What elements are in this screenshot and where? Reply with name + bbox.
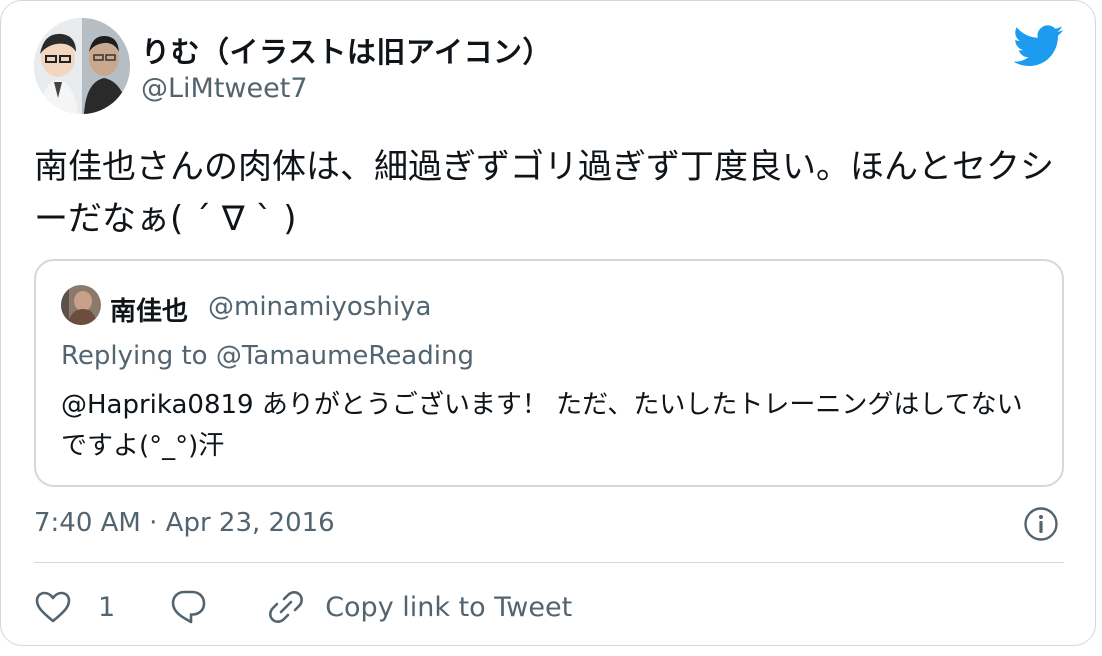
quoted-author-name[interactable]: 南佳也	[110, 291, 188, 328]
copy-link-button[interactable]: Copy link to Tweet	[267, 588, 572, 626]
tweet-timestamp[interactable]: 7:40 AM · Apr 23, 2016	[34, 508, 335, 538]
quoted-avatar[interactable]	[61, 285, 101, 325]
speech-bubble-icon	[169, 589, 207, 625]
divider	[34, 562, 1064, 563]
tweet-card[interactable]: りむ（イラストは旧アイコン） @LiMtweet7 南佳也さんの肉体は、細過ぎず…	[0, 0, 1096, 646]
quoted-tweet-text: @Haprika0819 ありがとうございます！ ただ、たいしたトレーニングはし…	[61, 390, 1023, 461]
author-avatar[interactable]	[34, 18, 130, 114]
action-bar: 1 Copy link to Tweet	[34, 585, 572, 629]
tweet-text: 南佳也さんの肉体は、細過ぎずゴリ過ぎず丁度良い。ほんとセクシーだなぁ( ´ ∇ …	[34, 147, 1054, 239]
twitter-bird-icon[interactable]	[1013, 25, 1064, 67]
reply-button[interactable]	[169, 589, 207, 625]
like-button[interactable]: 1	[34, 590, 115, 624]
heart-icon	[34, 590, 72, 624]
info-icon[interactable]	[1023, 506, 1059, 542]
author-handle[interactable]: @LiMtweet7	[141, 73, 308, 104]
like-count: 1	[98, 591, 116, 623]
copy-link-label: Copy link to Tweet	[325, 591, 573, 623]
author-display-name[interactable]: りむ（イラストは旧アイコン）	[141, 29, 552, 71]
link-icon	[267, 588, 305, 626]
replying-to-label: Replying to @TamaumeReading	[61, 341, 474, 371]
quoted-tweet[interactable]: 南佳也 @minamiyoshiya Replying to @TamaumeR…	[34, 259, 1064, 487]
quoted-author-handle[interactable]: @minamiyoshiya	[208, 292, 431, 322]
